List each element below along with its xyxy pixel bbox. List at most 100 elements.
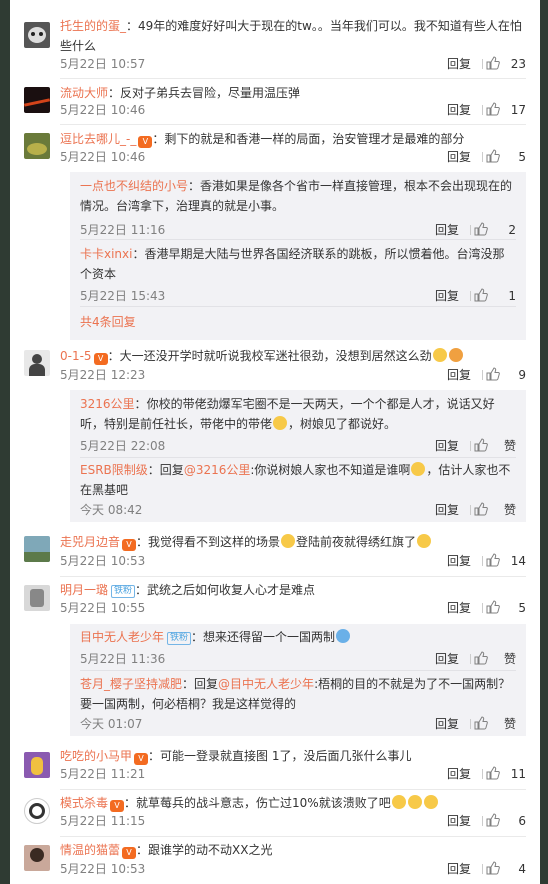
comment-text: 可能一登录就直接图 1了，没后面几张什么事儿	[160, 749, 412, 763]
separator: ：	[136, 535, 149, 549]
reply-text-line: ESRB限制级：回复@3216公里:你说树娘人家也不知道是谁啊 ，估计人家也不在黑…	[80, 460, 516, 500]
reply-button[interactable]: 回复	[447, 811, 471, 831]
thumbs-up-icon[interactable]	[486, 553, 500, 567]
thumbs-up-icon[interactable]	[474, 438, 488, 452]
thumbs-up-icon[interactable]	[474, 651, 488, 665]
reply-button[interactable]: 回复	[435, 436, 459, 456]
reply-text-cont: :你说树娘人家也不知道是谁啊	[250, 463, 411, 477]
mention-link[interactable]: @3216公里	[184, 463, 251, 477]
reply-thread: 3216公里：你校的带佬劲爆军宅圈不是一天两天，一个个都是人才，说话又好听，特别…	[70, 390, 526, 522]
emoji-icon	[432, 348, 447, 362]
comment-meta: 5月22日 10:46 回复 17	[60, 100, 526, 120]
timestamp: 5月22日 10:53	[60, 862, 146, 876]
username-link[interactable]: 流动大师	[60, 86, 108, 100]
thumbs-up-icon[interactable]	[486, 367, 500, 381]
like-count: 1	[508, 289, 516, 303]
reply-button[interactable]: 回复	[447, 859, 471, 879]
username-link[interactable]: 模式杀毒	[60, 796, 108, 810]
separator: ：	[107, 349, 120, 363]
like-count: 赞	[503, 652, 516, 666]
thumbs-up-icon[interactable]	[486, 149, 500, 163]
reply-button[interactable]: 回复	[435, 286, 459, 306]
divider	[482, 152, 483, 162]
comment-text-line: 托生的的蛋_：49年的难度好好叫大于现在的tw。。当年我们可以。我不知道有些人在…	[60, 16, 526, 56]
username-link[interactable]: 0-1-5	[60, 349, 92, 363]
mention-link[interactable]: @目中无人老少年	[218, 677, 314, 691]
reply-meta: 5月22日 11:16 回复 2	[80, 220, 516, 240]
username-link[interactable]: 明月一璐	[60, 583, 108, 597]
username-link[interactable]: 情温的猫蕾	[60, 843, 120, 857]
username-link[interactable]: 走兕月边音	[60, 535, 120, 549]
timestamp: 5月22日 11:15	[60, 814, 146, 828]
thumbs-up-icon[interactable]	[486, 766, 500, 780]
thumbs-up-icon[interactable]	[486, 102, 500, 116]
timestamp: 5月22日 10:55	[60, 601, 146, 615]
reply-button[interactable]: 回复	[435, 649, 459, 669]
avatar[interactable]	[24, 585, 50, 611]
timestamp: 5月22日 11:16	[80, 223, 166, 237]
like-count: 赞	[503, 717, 516, 731]
username-link[interactable]: 苍月_樱子坚持减肥	[80, 677, 182, 691]
separator: ：	[136, 843, 149, 857]
reply-button[interactable]: 回复	[435, 220, 459, 240]
vip-icon: V	[122, 539, 137, 551]
thumbs-up-icon[interactable]	[474, 716, 488, 730]
timestamp: 5月22日 10:57	[60, 57, 146, 71]
reply-button[interactable]: 回复	[435, 714, 459, 734]
username-link[interactable]: 逗比去哪儿_-_	[60, 132, 136, 146]
reply-button[interactable]: 回复	[447, 764, 471, 784]
username-link[interactable]: 托生的的蛋_	[60, 19, 126, 33]
separator: ：	[135, 583, 148, 597]
divider	[470, 654, 471, 664]
reply-button[interactable]: 回复	[447, 100, 471, 120]
username-link[interactable]: 卡卡xinxi	[80, 247, 132, 261]
comment-meta: 5月22日 10:55 回复 5	[60, 598, 526, 618]
separator: ：	[182, 677, 195, 691]
like-count: 6	[518, 814, 526, 828]
reply-item: 目中无人老少年 铁粉 ：想来还得留一个一国两制 5月22日 11:36 回复 赞	[80, 627, 516, 666]
comment-meta: 5月22日 11:15 回复 6	[60, 811, 526, 831]
avatar[interactable]	[24, 22, 50, 48]
separator: ：	[152, 132, 165, 146]
thumbs-up-icon[interactable]	[474, 288, 488, 302]
reply-item: ESRB限制级：回复@3216公里:你说树娘人家也不知道是谁啊 ，估计人家也不在黑…	[80, 460, 516, 517]
username-link[interactable]: 3216公里	[80, 397, 135, 411]
reply-button[interactable]: 回复	[447, 54, 471, 74]
divider	[482, 105, 483, 115]
thumbs-up-icon[interactable]	[486, 56, 500, 70]
divider	[470, 505, 471, 515]
avatar[interactable]	[24, 536, 50, 562]
emoji-icon	[423, 795, 438, 809]
reply-meta: 今天 01:07 回复 赞	[80, 714, 516, 734]
username-link[interactable]: ESRB限制级	[80, 463, 148, 477]
reply-button[interactable]: 回复	[435, 500, 459, 520]
avatar[interactable]	[24, 350, 50, 376]
emoji-icon	[273, 416, 288, 430]
avatar[interactable]	[24, 133, 50, 159]
emoji-icon	[336, 629, 351, 643]
like-count: 9	[518, 368, 526, 382]
reply-thread: 目中无人老少年 铁粉 ：想来还得留一个一国两制 5月22日 11:36 回复 赞 苍…	[70, 624, 526, 736]
thumbs-up-icon[interactable]	[474, 502, 488, 516]
reply-meta: 5月22日 11:36 回复 赞	[80, 649, 516, 669]
avatar[interactable]	[24, 87, 50, 113]
thumbs-up-icon[interactable]	[474, 222, 488, 236]
separator: ：	[124, 796, 137, 810]
username-link[interactable]: 目中无人老少年	[80, 630, 164, 644]
reply-button[interactable]: 回复	[447, 147, 471, 167]
reply-button[interactable]: 回复	[447, 598, 471, 618]
thumbs-up-icon[interactable]	[486, 600, 500, 614]
comment-text: 剩下的就是和香港一样的局面，治安管理才是最难的部分	[164, 132, 465, 146]
thumbs-up-icon[interactable]	[486, 813, 500, 827]
username-link[interactable]: 一点也不纠结的小号	[80, 179, 188, 193]
avatar[interactable]	[24, 845, 50, 871]
thumbs-up-icon[interactable]	[486, 861, 500, 875]
reply-button[interactable]: 回复	[447, 365, 471, 385]
avatar[interactable]	[24, 798, 50, 824]
avatar[interactable]	[24, 752, 50, 778]
timestamp: 5月22日 10:46	[60, 103, 146, 117]
username-link[interactable]: 吃吃的小马甲	[60, 749, 132, 763]
timestamp: 5月22日 10:53	[60, 554, 146, 568]
more-replies-link[interactable]: 共4条回复	[80, 312, 136, 332]
reply-button[interactable]: 回复	[447, 551, 471, 571]
